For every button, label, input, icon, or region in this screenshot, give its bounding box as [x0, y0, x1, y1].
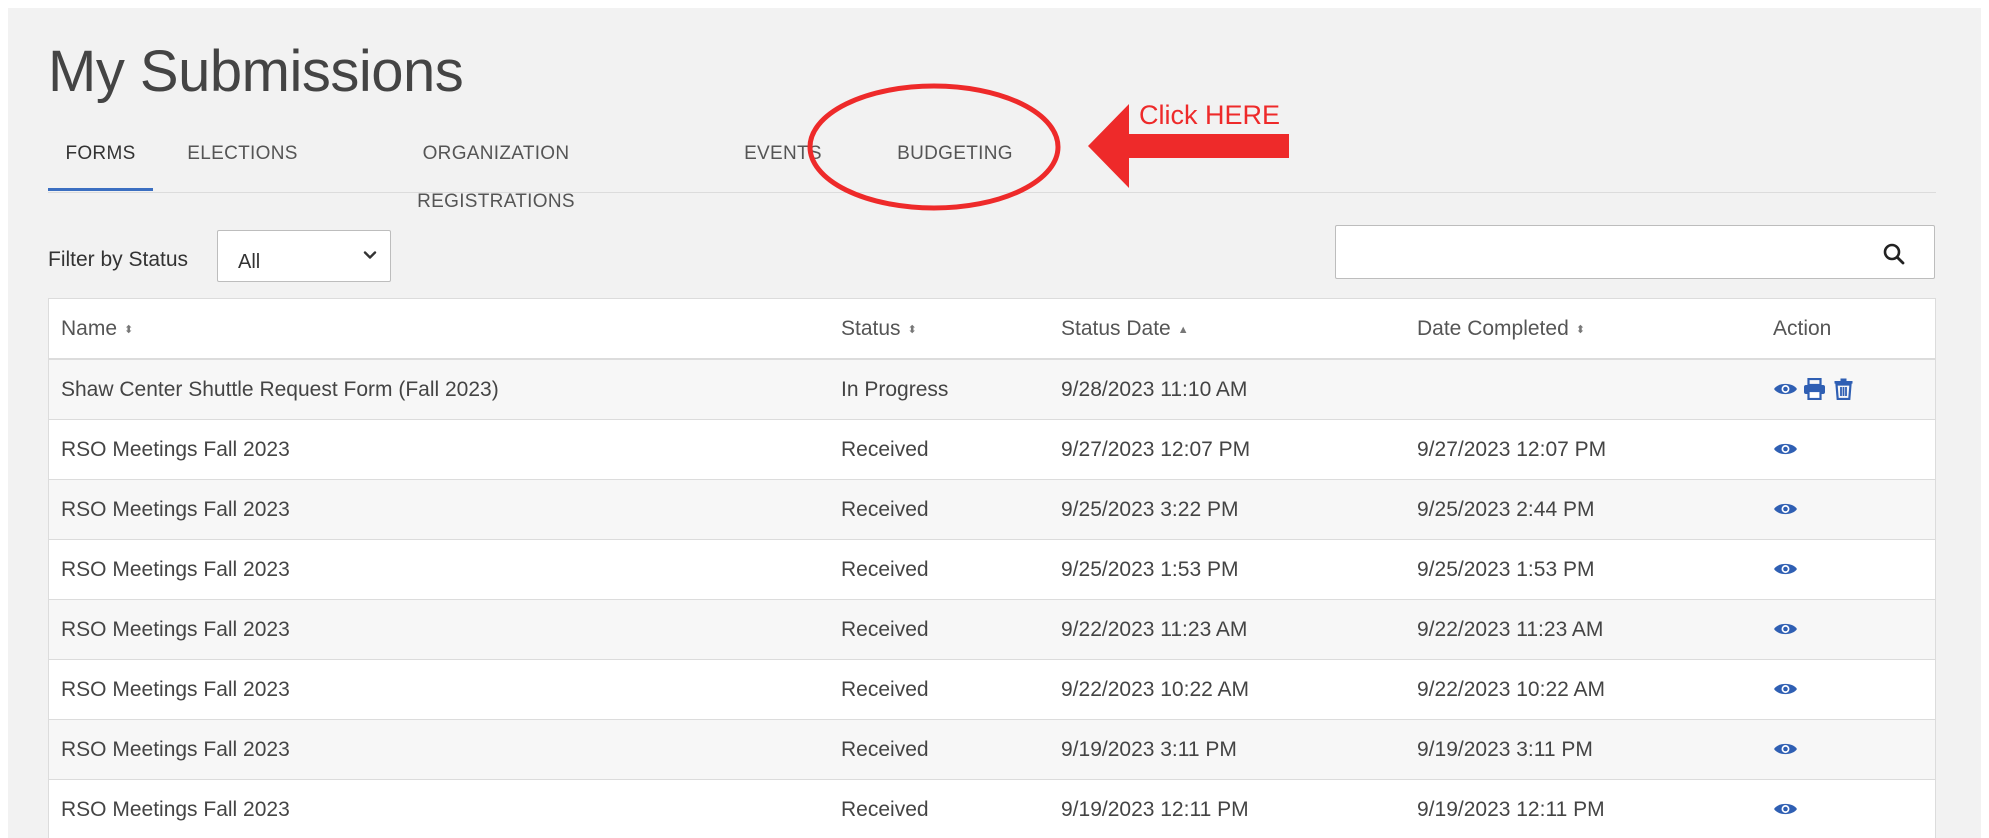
view-icon[interactable] — [1773, 438, 1798, 460]
table-body: Shaw Center Shuttle Request Form (Fall 2… — [49, 360, 1935, 838]
row-status-date: 9/25/2023 1:53 PM — [1061, 558, 1239, 581]
tab-elections[interactable]: ELECTIONS — [180, 130, 305, 190]
row-name[interactable]: RSO Meetings Fall 2023 — [61, 660, 290, 719]
column-header-name[interactable]: Name ⬍ — [61, 299, 133, 358]
row-date-completed: 9/22/2023 10:22 AM — [1417, 678, 1605, 701]
view-icon[interactable] — [1773, 678, 1798, 700]
view-icon[interactable] — [1773, 618, 1798, 640]
page-title: My Submissions — [48, 39, 464, 104]
row-date-completed: 9/25/2023 1:53 PM — [1417, 558, 1595, 581]
annotation-text: Click HERE — [1139, 100, 1281, 130]
column-header-status-date[interactable]: Status Date ▲ — [1061, 299, 1189, 358]
table-row[interactable]: RSO Meetings Fall 2023 Received 9/22/202… — [49, 660, 1935, 720]
row-status: In Progress — [841, 378, 949, 401]
view-icon[interactable] — [1773, 798, 1798, 820]
view-icon[interactable] — [1773, 378, 1798, 400]
column-header-name-label: Name — [61, 317, 118, 340]
row-actions — [1773, 496, 1798, 522]
sort-icon: ⬍ — [124, 324, 134, 336]
row-date-completed: 9/27/2023 12:07 PM — [1417, 438, 1607, 461]
row-actions — [1773, 736, 1798, 762]
row-name[interactable]: RSO Meetings Fall 2023 — [61, 780, 290, 838]
column-header-date-completed[interactable]: Date Completed ⬍ — [1417, 299, 1585, 358]
submissions-table: Name ⬍ Status ⬍ Status Date ▲ Date Complete… — [48, 298, 1936, 838]
column-header-status-label: Status — [841, 317, 901, 340]
chevron-down-icon — [363, 251, 377, 259]
table-row[interactable]: RSO Meetings Fall 2023 Received 9/22/202… — [49, 600, 1935, 660]
filter-by-status-label: Filter by Status — [48, 248, 189, 271]
row-name[interactable]: RSO Meetings Fall 2023 — [61, 420, 290, 479]
column-header-date-completed-label: Date Completed — [1417, 317, 1569, 340]
table-row[interactable]: RSO Meetings Fall 2023 Received 9/25/202… — [49, 480, 1935, 540]
tab-budgeting[interactable]: BUDGETING — [880, 130, 1030, 190]
column-header-action: Action — [1773, 317, 1832, 340]
tab-organization-registrations[interactable]: ORGANIZATION REGISTRATIONS — [346, 130, 646, 212]
row-status: Received — [841, 498, 929, 521]
table-row[interactable]: RSO Meetings Fall 2023 Received 9/19/202… — [49, 780, 1935, 838]
row-status-date: 9/22/2023 11:23 AM — [1061, 618, 1248, 641]
sort-icon: ⬍ — [907, 324, 917, 336]
row-name[interactable]: RSO Meetings Fall 2023 — [61, 480, 290, 539]
table-row[interactable]: RSO Meetings Fall 2023 Received 9/25/202… — [49, 540, 1935, 600]
row-status: Received — [841, 798, 929, 821]
row-actions — [1773, 676, 1798, 702]
row-status: Received — [841, 738, 929, 761]
row-status: Received — [841, 678, 929, 701]
row-date-completed: 9/22/2023 11:23 AM — [1417, 618, 1604, 641]
row-name[interactable]: RSO Meetings Fall 2023 — [61, 600, 290, 659]
status-filter-select[interactable]: All — [217, 230, 391, 282]
print-icon[interactable] — [1802, 378, 1827, 400]
search-box — [1335, 225, 1935, 279]
row-status: Received — [841, 558, 929, 581]
view-icon[interactable] — [1773, 498, 1798, 520]
row-status-date: 9/19/2023 3:11 PM — [1061, 738, 1237, 761]
row-name[interactable]: RSO Meetings Fall 2023 — [61, 540, 290, 599]
view-icon[interactable] — [1773, 738, 1798, 760]
row-actions — [1773, 376, 1856, 402]
trash-icon[interactable] — [1831, 378, 1856, 400]
tab-events[interactable]: EVENTS — [738, 130, 828, 190]
submission-tabs: FORMS ELECTIONS ORGANIZATION REGISTRATIO… — [48, 130, 1936, 212]
column-header-status-date-label: Status Date — [1061, 317, 1171, 340]
row-status-date: 9/28/2023 11:10 AM — [1061, 378, 1248, 401]
page-container: My Submissions FORMS ELECTIONS ORGANIZAT… — [8, 8, 1981, 838]
row-date-completed: 9/19/2023 12:11 PM — [1417, 798, 1605, 821]
table-header: Name ⬍ Status ⬍ Status Date ▲ Date Complete… — [49, 299, 1935, 360]
table-row[interactable]: RSO Meetings Fall 2023 Received 9/19/202… — [49, 720, 1935, 780]
row-actions — [1773, 616, 1798, 642]
row-status-date: 9/27/2023 12:07 PM — [1061, 438, 1251, 461]
row-actions — [1773, 796, 1798, 822]
row-status-date: 9/25/2023 3:22 PM — [1061, 498, 1239, 521]
row-name[interactable]: Shaw Center Shuttle Request Form (Fall 2… — [61, 360, 499, 419]
sort-ascending-icon: ▲ — [1177, 324, 1189, 336]
tab-forms[interactable]: FORMS — [48, 130, 153, 191]
status-filter-value: All — [238, 251, 261, 273]
row-status: Received — [841, 618, 929, 641]
row-actions — [1773, 556, 1798, 582]
table-row[interactable]: Shaw Center Shuttle Request Form (Fall 2… — [49, 360, 1935, 420]
sort-icon: ⬍ — [1575, 324, 1585, 336]
search-input[interactable] — [1346, 234, 1870, 272]
row-status-date: 9/22/2023 10:22 AM — [1061, 678, 1249, 701]
column-header-status[interactable]: Status ⬍ — [841, 299, 917, 358]
row-actions — [1773, 436, 1798, 462]
row-status: Received — [841, 438, 929, 461]
row-status-date: 9/19/2023 12:11 PM — [1061, 798, 1249, 821]
row-date-completed: 9/19/2023 3:11 PM — [1417, 738, 1593, 761]
search-icon[interactable] — [1882, 242, 1906, 266]
view-icon[interactable] — [1773, 558, 1798, 580]
table-row[interactable]: RSO Meetings Fall 2023 Received 9/27/202… — [49, 420, 1935, 480]
row-date-completed: 9/25/2023 2:44 PM — [1417, 498, 1595, 521]
row-name[interactable]: RSO Meetings Fall 2023 — [61, 720, 290, 779]
